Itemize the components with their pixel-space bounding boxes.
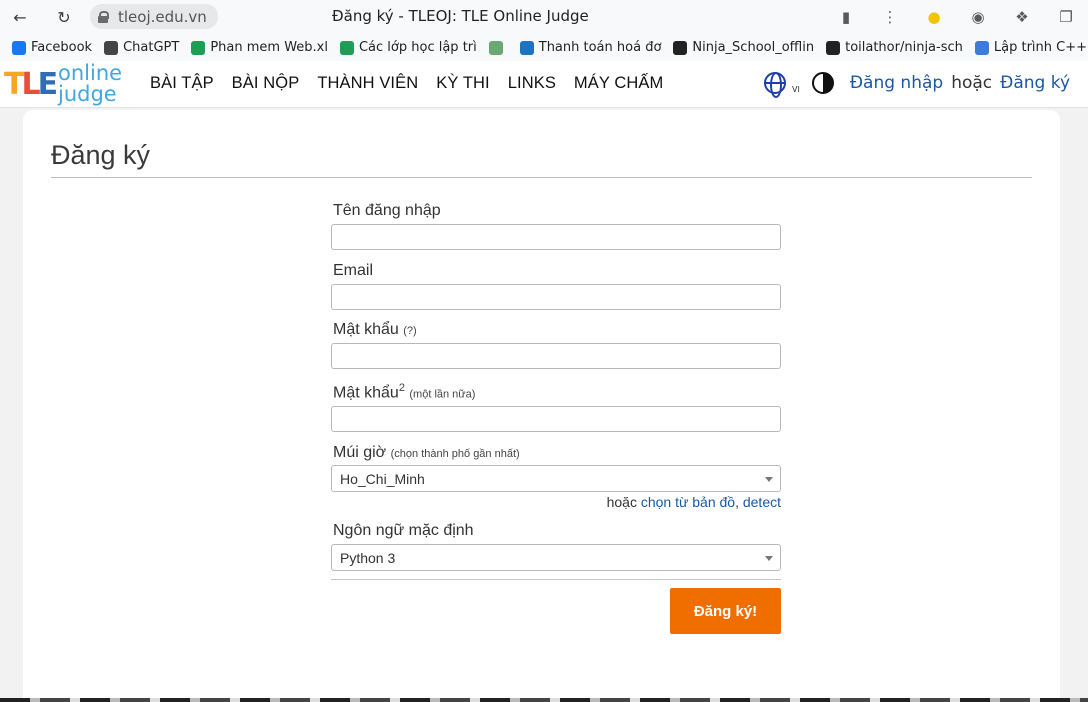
bookmark-label: Facebook [31,40,93,55]
bookmark-item[interactable]: Các lớp học lập trì [339,40,477,55]
bottom-edge [0,698,1088,702]
timezone-label-text: Múi giờ [333,444,387,461]
register-card: Đăng ký Tên đăng nhập Email Mật khẩu (?)… [23,110,1060,702]
url-text: tleoj.edu.vn [118,7,207,26]
puzzle-icon[interactable]: ❖ [1000,0,1044,34]
bookmark-favicon-icon [339,40,354,55]
timezone-value: Ho_Chi_Minh [340,471,425,487]
site-logo[interactable]: TLE online judge [4,63,128,105]
password2-hint: (một lần nữa) [409,388,476,401]
tz-comma: , [735,494,739,510]
bookmark-label: Ninja_School_offlin [692,40,815,55]
bookmark-label: Các lớp học lập trì [358,40,477,55]
detect-timezone-link[interactable]: detect [743,494,781,510]
bookmark-item[interactable]: Ninja_School_offlin [673,40,814,55]
username-input[interactable] [331,224,781,250]
bookmark-item[interactable]: Thanh toán hoá đơ [519,40,662,55]
address-bar[interactable]: tleoj.edu.vn [90,4,218,29]
password-label-text: Mật khẩu [333,321,399,338]
password2-label-text: Mật khẩu [333,384,399,402]
login-link[interactable]: Đăng nhập [850,73,943,93]
language-code: VI [792,85,800,94]
bookmark-favicon-icon [673,40,688,55]
timezone-select[interactable]: Ho_Chi_Minh [331,465,781,492]
bookmark-item[interactable]: Lập trình C++ cơ bả [974,40,1088,55]
bookmark-label: Thanh toán hoá đơ [538,40,662,55]
header-user-area: VI Đăng nhập hoặc Đăng ký [764,71,1070,98]
form-divider [331,579,781,580]
logo-text-line2: judge [58,82,117,106]
page-title: Đăng ký [51,140,151,170]
password-input[interactable] [331,343,781,369]
bookmark-item[interactable]: Facebook [12,40,92,55]
bookmarks-bar: Facebook ChatGPT Phan mem Web.xl Các lớp họ… [0,34,1088,61]
back-arrow-icon[interactable]: ← [9,6,31,28]
password2-input[interactable] [331,406,781,432]
dark-mode-toggle-icon[interactable] [811,71,834,94]
language-value: Python 3 [340,550,396,566]
extension-shape-icon[interactable]: ● [912,0,956,34]
email-label: Email [333,262,374,279]
timezone-label: Múi giờ (chọn thành phố gần nhất) [333,444,520,462]
password2-sup: 2 [398,382,405,394]
password-help-link[interactable]: (?) [403,325,416,337]
bookmark-item[interactable]: ChatGPT [104,40,179,55]
register-submit-button[interactable]: Đăng ký! [670,588,781,634]
username-label: Tên đăng nhập [333,202,441,219]
site-header: TLE online judge BÀI TẬP BÀI NỘP THÀNH V… [0,61,1088,108]
tz-or-text: hoặc [606,494,637,510]
bookmark-item[interactable] [488,40,508,55]
bookmark-item[interactable]: toilathor/ninja-sch [826,40,963,55]
bookmark-favicon-icon [488,40,503,55]
or-text: hoặc [951,72,993,93]
tab-title: Đăng ký - TLEOJ: TLE Online Judge [332,7,589,25]
browser-toolbar: ← ↻ tleoj.edu.vn Đăng ký - TLEOJ: TLE On… [0,0,1088,34]
bookmark-favicon-icon [191,40,206,55]
camera-icon[interactable]: ◉ [956,0,1000,34]
browser-action-icons: ▮ ⋮ ● ◉ ❖ ❐ [824,0,1088,34]
timezone-links: hoặc chọn từ bản đồ, detect [607,494,781,510]
language-select[interactable]: Python 3 [331,544,781,571]
dropdown-arrow-icon [765,477,773,482]
bookmark-favicon-icon [104,40,119,55]
bookmark-label: Phan mem Web.xl [210,40,328,55]
language-label: Ngôn ngữ mặc định [333,522,474,539]
logo-text-line1: online [58,61,123,85]
bookmark-favicon-icon [12,40,26,55]
title-divider [51,177,1032,178]
logo-text: online judge [58,63,122,105]
password-label: Mật khẩu (?) [333,321,417,339]
dropdown-arrow-icon [765,556,773,561]
nav-item-judges[interactable]: MÁY CHẤM [574,74,663,93]
bookmark-icon[interactable]: ▮ [824,0,868,34]
menu-dots-icon[interactable]: ⋮ [868,0,912,34]
collections-icon[interactable]: ❐ [1044,0,1088,34]
password2-label: Mật khẩu2 (một lần nữa) [333,382,475,402]
timezone-hint: (chọn thành phố gần nhất) [390,448,520,460]
bookmark-favicon-icon [826,40,841,55]
globe-icon[interactable] [764,71,787,98]
nav-item-links[interactable]: LINKS [508,74,556,93]
nav-item-submissions[interactable]: BÀI NỘP [232,74,300,93]
bookmark-label: ChatGPT [123,40,180,55]
reload-icon[interactable]: ↻ [53,6,75,28]
bookmark-favicon-icon [974,40,989,55]
nav-item-problems[interactable]: BÀI TẬP [150,74,214,93]
bookmark-label: Lập trình C++ cơ bả [993,40,1088,55]
nav-item-contests[interactable]: KỲ THI [436,74,489,93]
register-link[interactable]: Đăng ký [1000,73,1070,93]
lock-icon [98,10,109,23]
tle-logo-mark: TLE [4,67,58,102]
bookmark-item[interactable]: Phan mem Web.xl [191,40,328,55]
nav-item-users[interactable]: THÀNH VIÊN [317,74,418,93]
bookmark-favicon-icon [519,40,534,55]
email-input[interactable] [331,284,781,310]
bookmark-label: toilathor/ninja-sch [845,40,963,55]
choose-from-map-link[interactable]: chọn từ bản đồ [641,494,735,510]
main-nav: BÀI TẬP BÀI NỘP THÀNH VIÊN KỲ THI LINKS … [150,74,663,93]
